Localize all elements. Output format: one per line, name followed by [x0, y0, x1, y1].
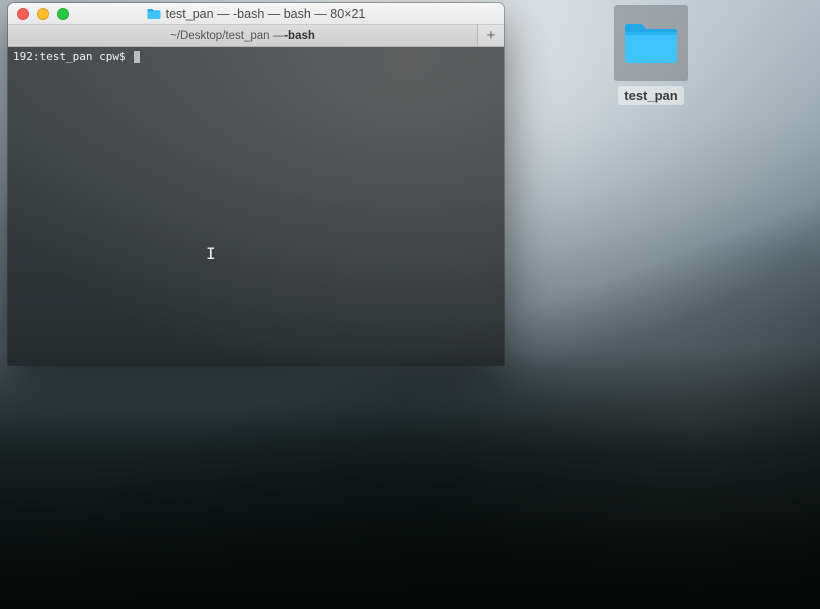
prompt-line: 192:test_pan cpw$ [13, 50, 499, 63]
new-tab-button[interactable]: + [478, 25, 504, 46]
traffic-lights [8, 8, 69, 20]
desktop-folder-test-pan[interactable]: test_pan [614, 5, 688, 105]
plus-icon: + [487, 27, 496, 44]
folder-icon-selection [614, 5, 688, 81]
window-title: test_pan — -bash — bash — 80×21 [8, 7, 504, 21]
wallpaper-trees [0, 349, 820, 609]
maximize-button[interactable] [57, 8, 69, 20]
window-titlebar[interactable]: test_pan — -bash — bash — 80×21 [8, 3, 504, 25]
terminal-window[interactable]: test_pan — -bash — bash — 80×21 ~/Deskto… [8, 3, 504, 365]
desktop-folder-label: test_pan [618, 86, 683, 105]
tab-path: ~/Desktop/test_pan — [170, 30, 284, 42]
tab-bar: ~/Desktop/test_pan — -bash + [8, 25, 504, 47]
terminal-body[interactable]: 192:test_pan cpw$ I [8, 47, 504, 365]
tab-process: -bash [284, 30, 315, 42]
folder-icon [623, 21, 679, 65]
ibeam-cursor-icon: I [206, 244, 216, 263]
close-button[interactable] [17, 8, 29, 20]
prompt-text: 192:test_pan cpw$ [13, 50, 132, 63]
folder-icon [147, 8, 161, 20]
tab-current[interactable]: ~/Desktop/test_pan — -bash [8, 25, 478, 46]
minimize-button[interactable] [37, 8, 49, 20]
window-title-text: test_pan — -bash — bash — 80×21 [166, 7, 366, 21]
terminal-cursor [134, 51, 140, 63]
